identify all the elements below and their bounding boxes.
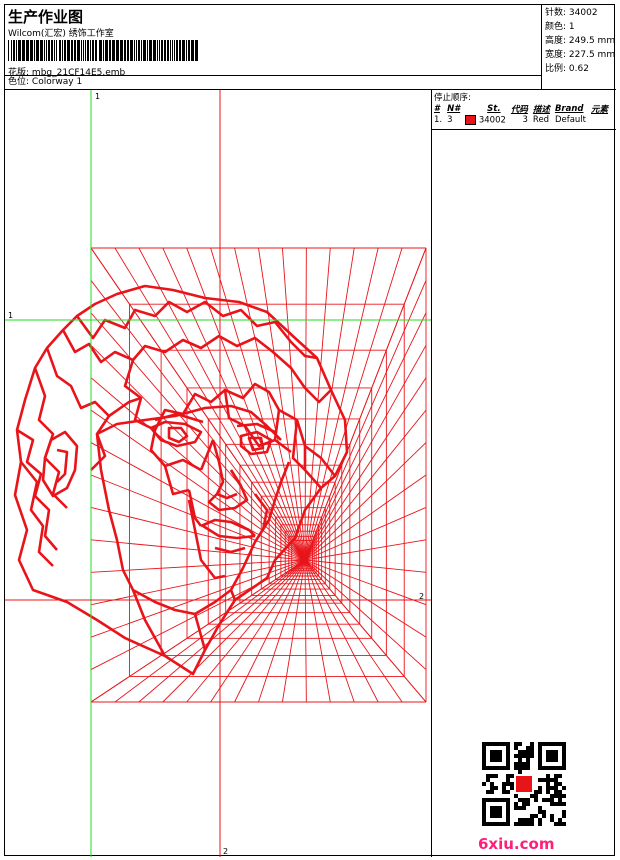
stat-width: 宽度: 227.5 mm (545, 50, 616, 60)
stop-sequence-title: 停止顺序: (434, 93, 471, 103)
col-header: St. (487, 104, 501, 114)
guide-label-v1: 1 (95, 92, 100, 101)
colorway-value: Colorway 1 (31, 77, 83, 87)
stat-scale: 比例: 0.62 (545, 64, 589, 74)
stat-stitches: 针数: 34002 (545, 8, 598, 18)
perspective-grid (90, 247, 427, 703)
sheet-title: 生产作业图 (8, 8, 84, 26)
row-element (591, 115, 613, 126)
guide-label-h1: 1 (8, 311, 13, 320)
color-swatch (465, 115, 477, 125)
guide-label-v2: 2 (223, 847, 228, 856)
table-header-row: # N# St. 代码 描述 Brand 元素 (434, 103, 613, 115)
row-desc: Red (532, 115, 550, 126)
stats-panel: 针数: 34002 颜色: 1 高度: 249.5 mm 宽度: 227.5 m… (541, 5, 616, 89)
barcode (8, 40, 198, 61)
col-header: Brand (554, 104, 584, 114)
qr-code (482, 742, 566, 826)
row-brand: Default (554, 115, 586, 126)
colorway-label: 色位: (8, 77, 30, 87)
center-lines (5, 90, 431, 857)
stop-sequence-panel: 停止顺序: # N# St. 代码 描述 Brand 元素 1. 3 34002… (431, 90, 616, 857)
table-row: 1. 3 34002 3 Red Default (434, 115, 613, 126)
col-header: N# (447, 104, 461, 114)
stat-height: 高度: 249.5 mm (545, 36, 616, 46)
studio-name: Wilcom(汇宏) 绣饰工作室 (8, 29, 114, 39)
row-stitches: 34002 (465, 115, 511, 126)
design-canvas: 1 1 2 2 (5, 90, 431, 857)
col-header: 元素 (591, 105, 609, 115)
row-code: 3 (522, 115, 528, 126)
panel-divider (432, 129, 616, 130)
guide-label-h2: 2 (419, 592, 424, 601)
row-n: 3 (447, 115, 453, 126)
col-header: 描述 (532, 105, 550, 115)
colorway-row: 色位: Colorway 1 (5, 75, 541, 89)
production-sheet: 生产作业图 Wilcom(汇宏) 绣饰工作室 花版: mbg_21CF14E5.… (4, 4, 616, 857)
row-num: 1. (434, 115, 443, 126)
col-header: # (434, 104, 440, 114)
watermark-logo: 6xiu.com (478, 835, 555, 853)
stat-colors: 颜色: 1 (545, 22, 575, 32)
david-head-outline (13, 284, 349, 676)
stop-sequence-table: # N# St. 代码 描述 Brand 元素 1. 3 34002 3 Red… (434, 103, 613, 126)
col-header: 代码 (510, 105, 528, 115)
embroidery-design: 1 1 2 2 (5, 90, 431, 857)
alignment-guides (5, 90, 431, 857)
